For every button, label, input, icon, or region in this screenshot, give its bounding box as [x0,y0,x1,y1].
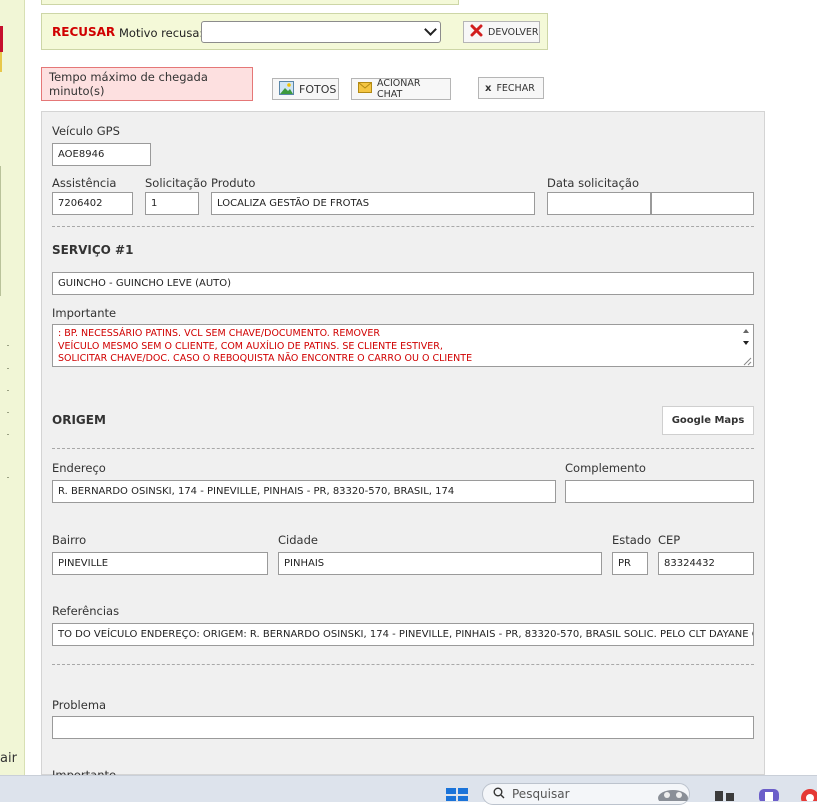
solicitacao-label: Solicitação [145,176,208,190]
bairro-field[interactable]: PINEVILLE [52,552,268,575]
importante-textarea[interactable]: : BP. NECESSÁRIO PATINS. VCL SEM CHAVE/D… [52,324,754,367]
servico-title: SERVIÇO #1 [52,243,134,257]
servico-tipo-field[interactable]: GUINCHO - GUINCHO LEVE (AUTO) [52,272,754,295]
endereco-field[interactable]: R. BERNARDO OSINSKI, 174 - PINEVILLE, PI… [52,480,556,503]
sidebar-tick [7,412,9,413]
fotos-button[interactable]: FOTOS [272,78,339,100]
data-solicitacao-label: Data solicitação [547,176,640,190]
complemento-field[interactable] [565,480,754,503]
divider [52,448,754,449]
acionar-chat-label: ACIONAR CHAT [377,78,421,100]
chrome-icon[interactable] [800,788,817,805]
envelope-icon [358,82,372,96]
veiculo-gps-label: Veículo GPS [52,124,120,138]
recusar-label: RECUSAR [52,25,116,39]
estado-label: Estado [612,533,652,547]
devolver-button[interactable]: DEVOLVER [463,21,540,43]
bairro-label: Bairro [52,533,87,547]
textarea-scrollbar[interactable] [739,325,753,366]
acionar-chat-button[interactable]: ACIONAR CHAT [351,78,451,100]
problema-label: Problema [52,698,107,712]
task-view-icon[interactable] [714,790,736,801]
importante-line: SOLICITAR CHAVE/DOC. CASO O REBOQUISTA N… [58,353,473,364]
problema-field[interactable] [52,716,754,739]
importante-label-partial: Importante [52,768,117,775]
chevron-down-icon [424,23,437,36]
importante-line: VEÍCULO MESMO SEM O CLIENTE, COM AUXÍLIO… [58,340,443,352]
divider [52,664,754,665]
widgets-icon[interactable] [656,788,690,805]
red-x-icon [470,24,483,40]
cep-field[interactable]: 83324432 [658,552,754,575]
google-maps-button[interactable]: Google Maps [662,406,754,435]
importante-label: Importante [52,306,117,320]
assistencia-label: Assistência [52,176,117,190]
search-placeholder: Pesquisar [512,787,570,801]
left-sidebar [0,0,25,775]
windows-start-icon[interactable] [446,788,468,801]
data-solicitacao-date-field[interactable] [547,192,651,215]
referencias-field[interactable]: TO DO VEÍCULO ENDEREÇO: ORIGEM: R. BERNA… [52,623,754,646]
top-panel-remnant [41,0,459,5]
motivo-recusa-label: Motivo recusa: [119,26,204,40]
taskbar [0,775,817,802]
fotos-label: FOTOS [299,82,337,96]
referencias-label: Referências [52,604,120,618]
sidebar-tab-active[interactable] [0,26,3,52]
photo-icon [279,80,294,98]
sidebar-tick [7,368,9,369]
sidebar-divider [0,166,1,296]
complemento-label: Complemento [565,461,646,475]
close-icon: x [485,82,492,94]
solicitacao-field[interactable]: 1 [145,192,199,215]
cidade-field[interactable]: PINHAIS [278,552,602,575]
sidebar-tick [7,390,9,391]
tempo-chegada-alert: Tempo máximo de chegada minuto(s) [41,67,253,101]
cep-label: CEP [658,533,681,547]
divider [52,226,754,227]
fechar-label: FECHAR [496,82,535,94]
assistencia-field[interactable]: 7206402 [52,192,133,215]
endereco-label: Endereço [52,461,106,475]
data-solicitacao-time-field[interactable] [651,192,754,215]
cidade-label: Cidade [278,533,318,547]
veiculo-gps-field[interactable]: AOE8946 [52,143,151,166]
app-icon[interactable] [758,788,780,803]
devolver-label: DEVOLVER [488,26,539,38]
fechar-button[interactable]: x FECHAR [478,77,544,99]
sidebar-tick [7,345,9,346]
importante-line: : BP. NECESSÁRIO PATINS. VCL SEM CHAVE/D… [58,328,380,339]
produto-label: Produto [211,176,256,190]
sidebar-partial-text[interactable]: air [0,751,17,766]
motivo-recusa-select[interactable] [201,21,441,43]
sidebar-marker [0,52,2,72]
search-icon [493,787,505,802]
origem-title: ORIGEM [52,413,106,427]
sidebar-tick [7,477,9,478]
sidebar-tick [7,434,9,435]
estado-field[interactable]: PR [612,552,648,575]
produto-field[interactable]: LOCALIZA GESTÃO DE FROTAS [211,192,535,215]
